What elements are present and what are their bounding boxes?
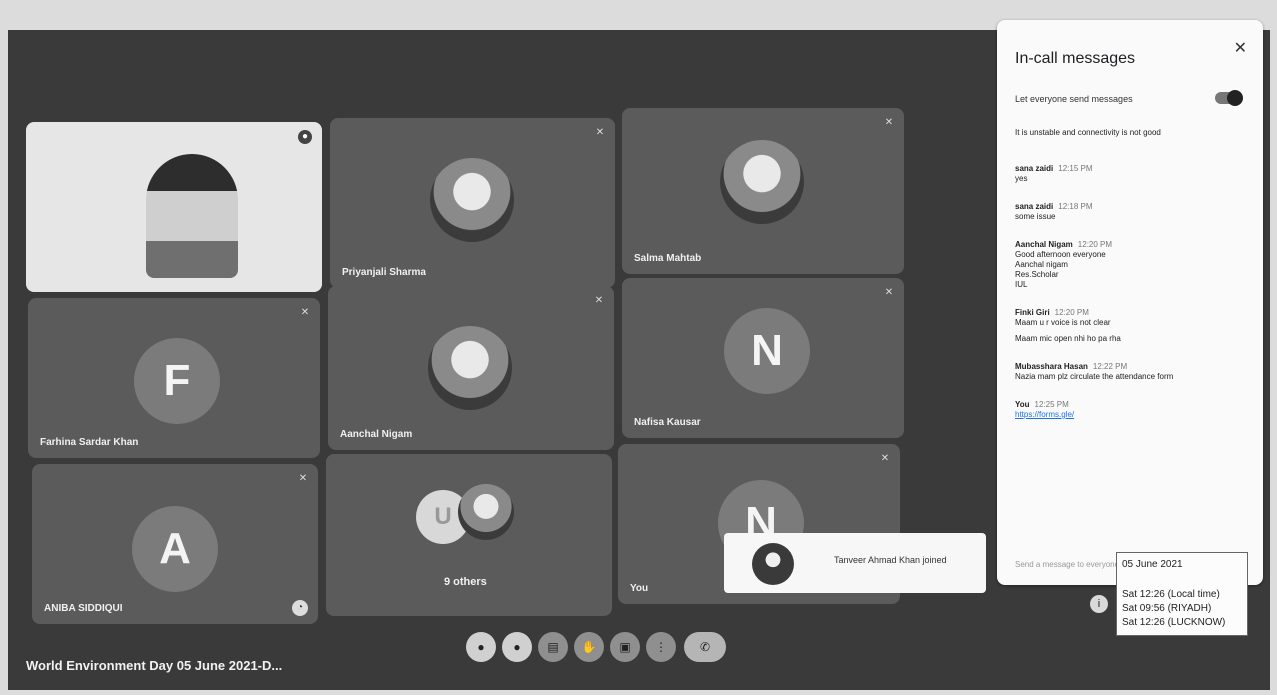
end-call-icon[interactable]: ✆ bbox=[684, 632, 726, 662]
message-link[interactable]: https://forms.gle/ bbox=[1015, 410, 1247, 420]
avatar-letter: N bbox=[724, 308, 810, 394]
message-text: Aanchal nigam bbox=[1015, 260, 1068, 269]
message-text: Good afternoon everyone bbox=[1015, 250, 1106, 259]
mic-off-icon: ✕ bbox=[884, 117, 894, 128]
participant-name: You bbox=[630, 583, 649, 594]
mic-off-icon: ✕ bbox=[595, 127, 605, 138]
participant-tile[interactable]: ✕ Priyanjali Sharma bbox=[330, 118, 615, 288]
participant-name: Nafisa Kausar bbox=[634, 417, 701, 428]
participant-tile[interactable]: ✕ F Farhina Sardar Khan bbox=[28, 298, 320, 458]
send-messages-toggle[interactable] bbox=[1215, 90, 1243, 106]
avatar-letter: F bbox=[134, 338, 220, 424]
notification-text: Tanveer Ahmad Khan joined bbox=[834, 555, 947, 565]
message-text: Res.Scholar bbox=[1015, 270, 1059, 279]
avatar bbox=[458, 484, 514, 540]
participant-tile-presenter[interactable]: ● bbox=[26, 122, 322, 292]
bottom-bar: World Environment Day 05 June 2021-D... … bbox=[8, 632, 1270, 690]
raise-hand-icon[interactable]: ✋ bbox=[574, 632, 604, 662]
message-input[interactable]: Send a message to everyone bbox=[1015, 560, 1119, 569]
participant-tile[interactable]: ✕ Salma Mahtab bbox=[622, 108, 904, 274]
participant-tile[interactable]: ✕ A ANIBA SIDDIQUI ◔ bbox=[32, 464, 318, 624]
message-sender: sana zaidi bbox=[1015, 202, 1054, 211]
participant-name: Priyanjali Sharma bbox=[342, 267, 426, 278]
close-icon[interactable]: ✕ bbox=[1234, 38, 1247, 58]
message-time: 12:18 PM bbox=[1058, 202, 1093, 211]
participant-name: ANIBA SIDDIQUI bbox=[44, 603, 123, 614]
mic-off-icon: ✕ bbox=[594, 295, 604, 306]
message-sender: You bbox=[1015, 400, 1030, 409]
participant-tile-others[interactable]: U 9 others bbox=[326, 454, 612, 616]
message-time: 12:20 PM bbox=[1077, 240, 1113, 249]
message-sender: Mubasshara Hasan bbox=[1015, 362, 1088, 371]
join-notification: Tanveer Ahmad Khan joined bbox=[724, 533, 986, 593]
message-time: 12:15 PM bbox=[1058, 164, 1093, 173]
info-icon[interactable]: i bbox=[1090, 595, 1108, 613]
avatar bbox=[752, 543, 794, 585]
message-sender: Finki Giri bbox=[1015, 308, 1050, 317]
pin-icon[interactable]: ● bbox=[298, 130, 312, 144]
message: Mubasshara Hasan 12:22 PM Nazia mam plz c… bbox=[1015, 362, 1247, 382]
clock-date: 05 June 2021 bbox=[1122, 559, 1183, 570]
clock-line: Sat 12:26 (Local time) bbox=[1122, 589, 1220, 600]
message-text: some issue bbox=[1015, 212, 1056, 221]
present-icon[interactable]: ▣ bbox=[610, 632, 640, 662]
captions-icon[interactable]: ▤ bbox=[538, 632, 568, 662]
camera-icon[interactable]: ● bbox=[502, 632, 532, 662]
avatar-letter: A bbox=[132, 506, 218, 592]
mic-off-icon: ✕ bbox=[298, 473, 308, 484]
avatar bbox=[428, 326, 512, 410]
message-text: Nazia mam plz circulate the attendance f… bbox=[1015, 372, 1174, 381]
message: sana zaidi 12:18 PM some issue bbox=[1015, 202, 1247, 222]
message-time: 12:20 PM bbox=[1054, 308, 1089, 317]
in-call-messages-panel: In-call messages ✕ Let everyone send mes… bbox=[997, 20, 1263, 585]
avatar bbox=[720, 140, 804, 224]
message-text: yes bbox=[1015, 174, 1028, 183]
mic-off-icon: ✕ bbox=[884, 287, 894, 298]
participant-name: Aanchal Nigam bbox=[340, 429, 413, 440]
clock-tooltip: 05 June 2021 Sat 12:26 (Local time) Sat … bbox=[1116, 552, 1248, 636]
message-text: It is unstable and connectivity is not g… bbox=[1015, 128, 1161, 137]
message-sender: Aanchal Nigam bbox=[1015, 240, 1073, 249]
message-time: 12:25 PM bbox=[1034, 400, 1069, 409]
message-text: IUL bbox=[1015, 280, 1028, 289]
participant-name: 9 others bbox=[444, 576, 487, 588]
clock-line: Sat 09:56 (RIYADH) bbox=[1122, 603, 1212, 614]
message-text: Maam u r voice is not clear bbox=[1015, 318, 1111, 327]
meeting-title: World Environment Day 05 June 2021-D... bbox=[26, 658, 283, 673]
participant-name: Farhina Sardar Khan bbox=[40, 437, 139, 448]
mic-off-icon: ✕ bbox=[880, 453, 890, 464]
presenter-video bbox=[146, 154, 238, 278]
participant-tile[interactable]: ✕ N Nafisa Kausar bbox=[622, 278, 904, 438]
toggle-label: Let everyone send messages bbox=[1015, 94, 1133, 104]
message-list: It is unstable and connectivity is not g… bbox=[1015, 128, 1247, 438]
message-sender: sana zaidi bbox=[1015, 164, 1054, 173]
panel-title: In-call messages bbox=[1015, 50, 1136, 67]
mic-off-icon: ✕ bbox=[300, 307, 310, 318]
clock-line: Sat 12:26 (LUCKNOW) bbox=[1122, 617, 1226, 628]
message-text: Maam mic open nhi ho pa rha bbox=[1015, 334, 1121, 343]
message: Finki Giri 12:20 PM Maam u r voice is not… bbox=[1015, 308, 1247, 344]
mic-icon[interactable]: ● bbox=[466, 632, 496, 662]
message: Aanchal Nigam 12:20 PM Good afternoon eve… bbox=[1015, 240, 1247, 290]
message: You 12:25 PM https://forms.gle/ bbox=[1015, 400, 1247, 420]
message-time: 12:22 PM bbox=[1092, 362, 1128, 371]
message: sana zaidi 12:15 PM yes bbox=[1015, 164, 1247, 184]
participant-tile[interactable]: ✕ Aanchal Nigam bbox=[328, 286, 614, 450]
more-icon[interactable]: ⋮ bbox=[646, 632, 676, 662]
audio-wave-icon: ◔ bbox=[292, 600, 308, 616]
participant-name: Salma Mahtab bbox=[634, 253, 702, 264]
avatar bbox=[430, 158, 514, 242]
toggle-row: Let everyone send messages bbox=[1015, 90, 1247, 106]
